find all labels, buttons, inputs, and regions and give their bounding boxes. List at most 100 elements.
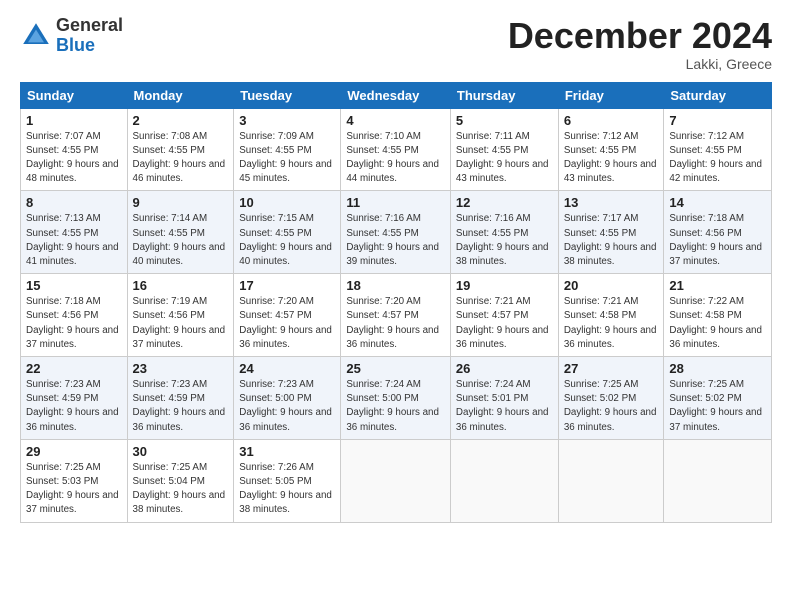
logo-general: General: [56, 16, 123, 36]
day-number: 17: [239, 278, 335, 293]
day-number: 21: [669, 278, 766, 293]
col-saturday: Saturday: [664, 82, 772, 108]
cell-7: 7 Sunrise: 7:12 AMSunset: 4:55 PMDaylight…: [664, 108, 772, 191]
day-info: Sunrise: 7:15 AMSunset: 4:55 PMDaylight:…: [239, 213, 332, 267]
day-info: Sunrise: 7:16 AMSunset: 4:55 PMDaylight:…: [346, 213, 439, 267]
week-row-1: 1 Sunrise: 7:07 AMSunset: 4:55 PMDaylight…: [21, 108, 772, 191]
day-info: Sunrise: 7:18 AMSunset: 4:56 PMDaylight:…: [669, 213, 762, 267]
day-info: Sunrise: 7:25 AMSunset: 5:02 PMDaylight:…: [669, 379, 762, 433]
cell-22: 22Sunrise: 7:23 AMSunset: 4:59 PMDayligh…: [21, 357, 128, 440]
day-number: 19: [456, 278, 553, 293]
day-number: 6: [564, 113, 659, 128]
day-info: Sunrise: 7:19 AMSunset: 4:56 PMDaylight:…: [133, 296, 226, 350]
day-number: 25: [346, 361, 445, 376]
col-tuesday: Tuesday: [234, 82, 341, 108]
cell-13: 13Sunrise: 7:17 AMSunset: 4:55 PMDayligh…: [558, 191, 664, 274]
cell-5: 5Sunrise: 7:11 AMSunset: 4:55 PMDaylight…: [450, 108, 558, 191]
day-info: Sunrise: 7:25 AMSunset: 5:03 PMDaylight:…: [26, 462, 119, 516]
day-info: Sunrise: 7:18 AMSunset: 4:56 PMDaylight:…: [26, 296, 119, 350]
calendar-body: 1 Sunrise: 7:07 AMSunset: 4:55 PMDaylight…: [21, 108, 772, 522]
cell-30: 30 Sunrise: 7:25 AMSunset: 5:04 PMDayligh…: [127, 439, 234, 522]
calendar-table: Sunday Monday Tuesday Wednesday Thursday…: [20, 82, 772, 523]
cell-20: 20 Sunrise: 7:21 AMSunset: 4:58 PMDayligh…: [558, 274, 664, 357]
cell-29: 29Sunrise: 7:25 AMSunset: 5:03 PMDayligh…: [21, 439, 128, 522]
day-number: 27: [564, 361, 659, 376]
cell-28: 28 Sunrise: 7:25 AMSunset: 5:02 PMDayligh…: [664, 357, 772, 440]
cell-17: 17 Sunrise: 7:20 AMSunset: 4:57 PMDayligh…: [234, 274, 341, 357]
header-row: Sunday Monday Tuesday Wednesday Thursday…: [21, 82, 772, 108]
cell-3: 3Sunrise: 7:09 AMSunset: 4:55 PMDaylight…: [234, 108, 341, 191]
day-info: Sunrise: 7:26 AMSunset: 5:05 PMDaylight:…: [239, 462, 332, 516]
cell-23: 23Sunrise: 7:23 AMSunset: 4:59 PMDayligh…: [127, 357, 234, 440]
cell-9: 9 Sunrise: 7:14 AMSunset: 4:55 PMDaylight…: [127, 191, 234, 274]
day-info: Sunrise: 7:25 AMSunset: 5:04 PMDaylight:…: [133, 462, 226, 516]
cell-1: 1 Sunrise: 7:07 AMSunset: 4:55 PMDaylight…: [21, 108, 128, 191]
week-row-4: 22Sunrise: 7:23 AMSunset: 4:59 PMDayligh…: [21, 357, 772, 440]
day-info: Sunrise: 7:24 AMSunset: 5:01 PMDaylight:…: [456, 379, 549, 433]
cell-2: 2Sunrise: 7:08 AMSunset: 4:55 PMDaylight…: [127, 108, 234, 191]
day-info: Sunrise: 7:20 AMSunset: 4:57 PMDaylight:…: [239, 296, 332, 350]
day-number: 2: [133, 113, 229, 128]
day-info: Sunrise: 7:23 AMSunset: 4:59 PMDaylight:…: [26, 379, 119, 433]
day-number: 31: [239, 444, 335, 459]
day-info: Sunrise: 7:22 AMSunset: 4:58 PMDaylight:…: [669, 296, 762, 350]
header: General Blue December 2024 Lakki, Greece: [20, 16, 772, 72]
cell-25: 25 Sunrise: 7:24 AMSunset: 5:00 PMDayligh…: [341, 357, 451, 440]
col-wednesday: Wednesday: [341, 82, 451, 108]
day-number: 20: [564, 278, 659, 293]
cell-8: 8Sunrise: 7:13 AMSunset: 4:55 PMDaylight…: [21, 191, 128, 274]
cell-14: 14 Sunrise: 7:18 AMSunset: 4:56 PMDayligh…: [664, 191, 772, 274]
cell-21: 21 Sunrise: 7:22 AMSunset: 4:58 PMDayligh…: [664, 274, 772, 357]
day-info: Sunrise: 7:12 AMSunset: 4:55 PMDaylight:…: [669, 131, 762, 185]
day-info: Sunrise: 7:21 AMSunset: 4:57 PMDaylight:…: [456, 296, 549, 350]
cell-4: 4 Sunrise: 7:10 AMSunset: 4:55 PMDaylight…: [341, 108, 451, 191]
logo-text: General Blue: [56, 16, 123, 56]
day-number: 28: [669, 361, 766, 376]
day-number: 30: [133, 444, 229, 459]
day-number: 7: [669, 113, 766, 128]
day-number: 10: [239, 195, 335, 210]
day-number: 9: [133, 195, 229, 210]
day-number: 18: [346, 278, 445, 293]
cell-10: 10 Sunrise: 7:15 AMSunset: 4:55 PMDayligh…: [234, 191, 341, 274]
cell-31: 31 Sunrise: 7:26 AMSunset: 5:05 PMDayligh…: [234, 439, 341, 522]
page: General Blue December 2024 Lakki, Greece…: [0, 0, 792, 612]
day-number: 12: [456, 195, 553, 210]
cell-empty: [450, 439, 558, 522]
cell-11: 11 Sunrise: 7:16 AMSunset: 4:55 PMDayligh…: [341, 191, 451, 274]
day-number: 23: [133, 361, 229, 376]
col-sunday: Sunday: [21, 82, 128, 108]
day-info: Sunrise: 7:12 AMSunset: 4:55 PMDaylight:…: [564, 131, 657, 185]
cell-27: 27 Sunrise: 7:25 AMSunset: 5:02 PMDayligh…: [558, 357, 664, 440]
col-monday: Monday: [127, 82, 234, 108]
cell-19: 19 Sunrise: 7:21 AMSunset: 4:57 PMDayligh…: [450, 274, 558, 357]
day-number: 16: [133, 278, 229, 293]
cell-15: 15 Sunrise: 7:18 AMSunset: 4:56 PMDayligh…: [21, 274, 128, 357]
day-info: Sunrise: 7:25 AMSunset: 5:02 PMDaylight:…: [564, 379, 657, 433]
day-number: 26: [456, 361, 553, 376]
day-info: Sunrise: 7:07 AMSunset: 4:55 PMDaylight:…: [26, 131, 119, 185]
day-number: 24: [239, 361, 335, 376]
day-number: 15: [26, 278, 122, 293]
cell-26: 26 Sunrise: 7:24 AMSunset: 5:01 PMDayligh…: [450, 357, 558, 440]
month-title: December 2024: [508, 16, 772, 56]
day-number: 11: [346, 195, 445, 210]
day-number: 14: [669, 195, 766, 210]
day-info: Sunrise: 7:10 AMSunset: 4:55 PMDaylight:…: [346, 131, 439, 185]
day-number: 4: [346, 113, 445, 128]
location: Lakki, Greece: [508, 56, 772, 72]
cell-empty: [341, 439, 451, 522]
week-row-2: 8Sunrise: 7:13 AMSunset: 4:55 PMDaylight…: [21, 191, 772, 274]
day-info: Sunrise: 7:24 AMSunset: 5:00 PMDaylight:…: [346, 379, 439, 433]
logo-blue: Blue: [56, 36, 123, 56]
logo-icon: [20, 20, 52, 52]
cell-6: 6 Sunrise: 7:12 AMSunset: 4:55 PMDaylight…: [558, 108, 664, 191]
day-info: Sunrise: 7:20 AMSunset: 4:57 PMDaylight:…: [346, 296, 439, 350]
cell-16: 16 Sunrise: 7:19 AMSunset: 4:56 PMDayligh…: [127, 274, 234, 357]
day-number: 1: [26, 113, 122, 128]
day-info: Sunrise: 7:23 AMSunset: 5:00 PMDaylight:…: [239, 379, 332, 433]
title-block: December 2024 Lakki, Greece: [508, 16, 772, 72]
day-info: Sunrise: 7:21 AMSunset: 4:58 PMDaylight:…: [564, 296, 657, 350]
col-thursday: Thursday: [450, 82, 558, 108]
day-info: Sunrise: 7:14 AMSunset: 4:55 PMDaylight:…: [133, 213, 226, 267]
